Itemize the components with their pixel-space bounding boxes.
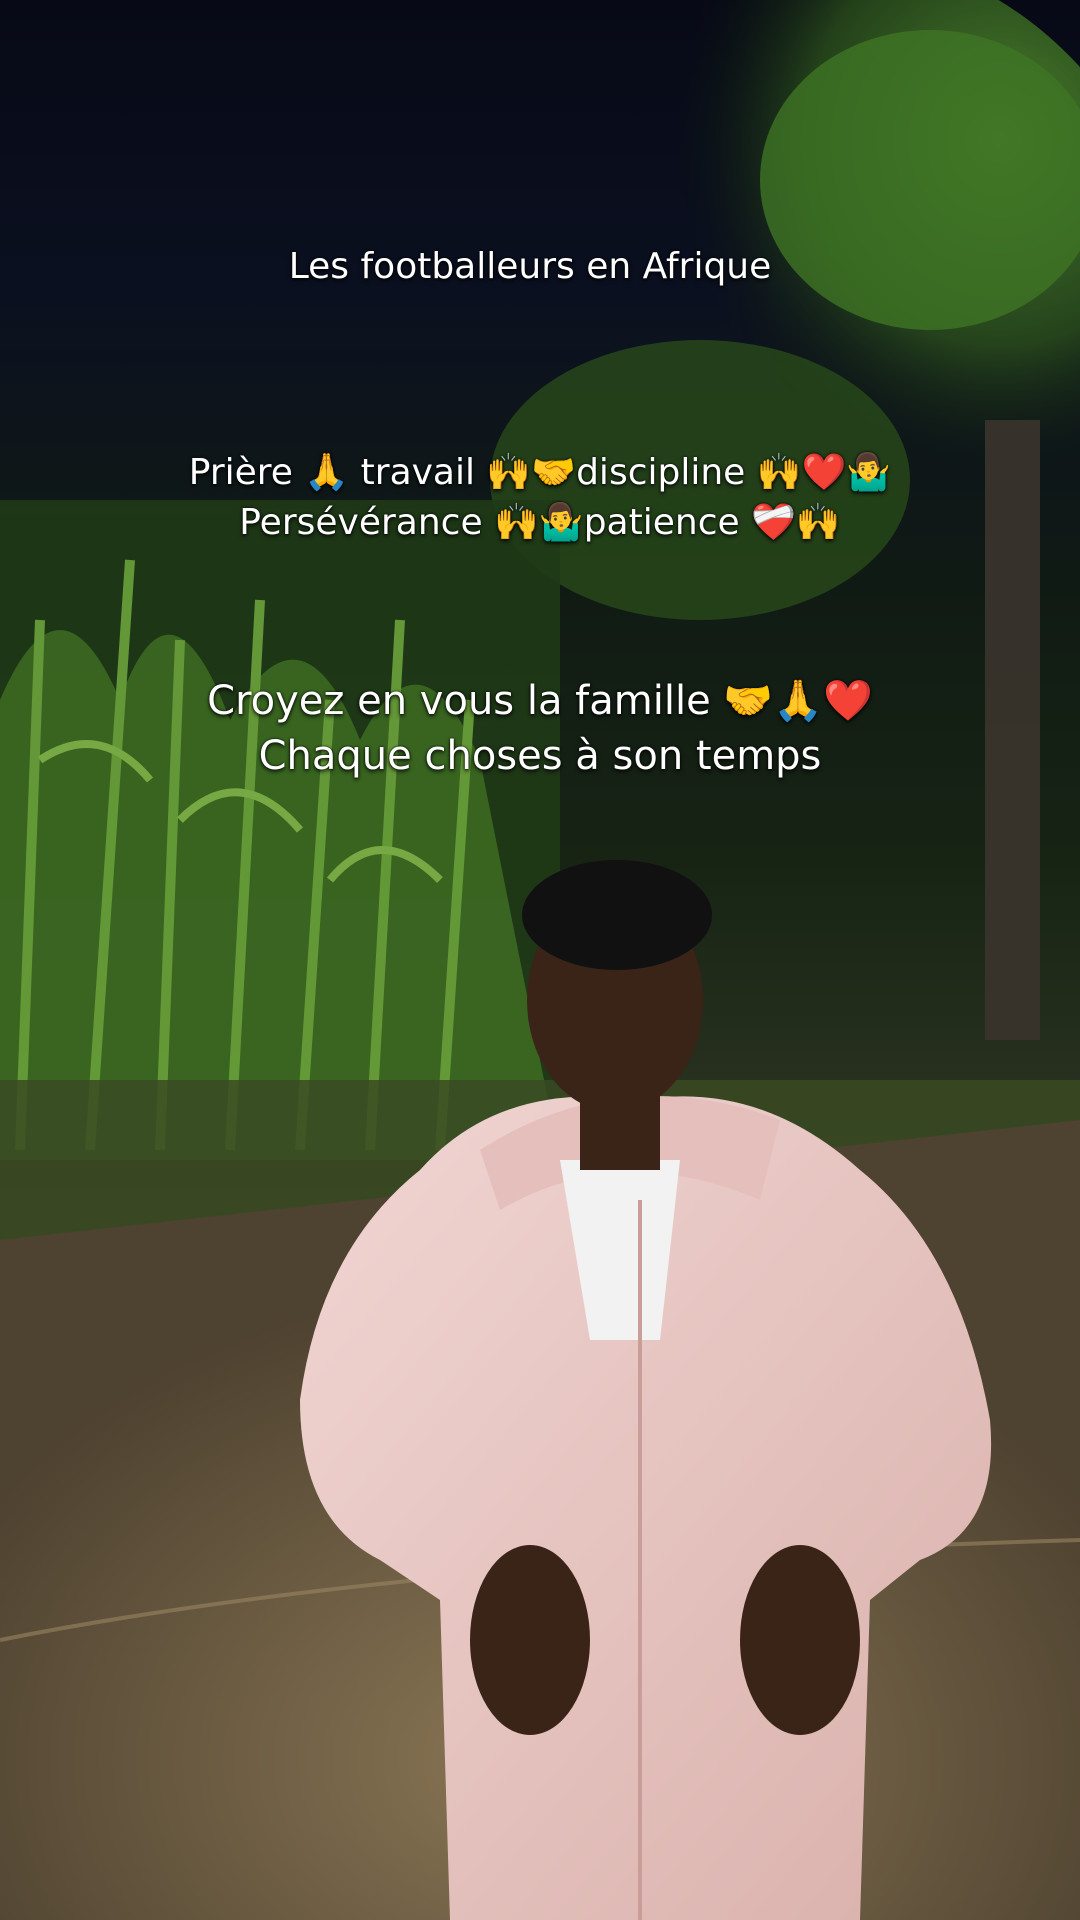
caption-title: Les footballeurs en Afrique (288, 246, 772, 287)
caption-line: Prière 🙏 travail 🙌🤝discipline 🙌❤️🤷‍♂️ (188, 452, 892, 493)
corn-field (0, 500, 560, 1160)
video-frame: Les footballeurs en Afrique Prière 🙏 tra… (0, 0, 1080, 1920)
caption-line: Persévérance 🙌🤷‍♂️patience ❤️‍🩹🙌 (239, 502, 841, 543)
left-hand (470, 1545, 590, 1735)
caption-line: Croyez en vous la famille 🤝🙏❤️ (207, 678, 873, 724)
caption-values: Prière 🙏 travail 🙌🤝discipline 🙌❤️🤷‍♂️ Pe… (0, 448, 1080, 548)
caption-line: Chaque choses à son temps (258, 733, 822, 779)
right-hand (740, 1545, 860, 1735)
background-photo (0, 0, 1080, 1920)
hair (522, 860, 712, 970)
caption-encouragement: Croyez en vous la famille 🤝🙏❤️ Chaque ch… (0, 674, 1080, 784)
